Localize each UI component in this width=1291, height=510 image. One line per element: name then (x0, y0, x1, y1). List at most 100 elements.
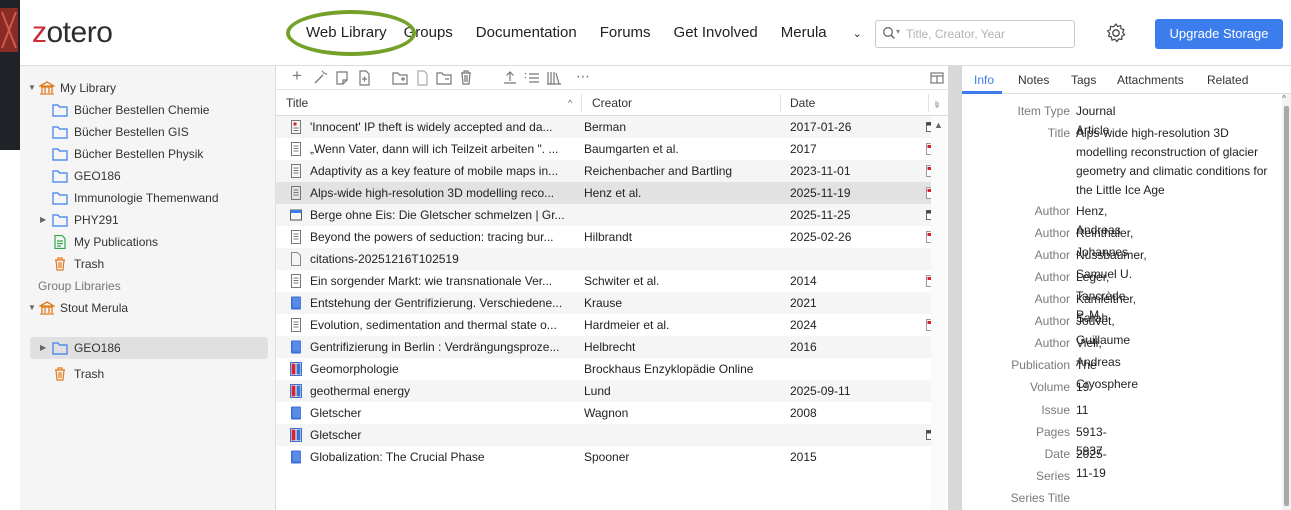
zotero-logo[interactable]: zotero (32, 16, 113, 50)
field-value[interactable]: 19 (1076, 378, 1089, 397)
item-date: 2023-11-01 (790, 164, 851, 178)
folder-icon (52, 192, 68, 205)
field-value[interactable]: 11 (1076, 401, 1088, 420)
user-menu[interactable]: Merula ⌄ (781, 24, 885, 41)
tab-tags[interactable]: Tags (1071, 73, 1096, 87)
table-row[interactable]: 'Innocent' IP theft is widely accepted a… (276, 116, 936, 138)
duplicate-item-icon[interactable] (414, 70, 430, 86)
field-label: Date (1044, 447, 1070, 461)
sidebar-item-collection[interactable]: Immunologie Themenwand (20, 187, 276, 209)
sidebar-item-collection[interactable]: ▶ PHY291 (20, 209, 276, 231)
attachment-column-icon[interactable] (933, 100, 941, 108)
article-icon (291, 186, 301, 200)
bibliography-icon[interactable] (524, 70, 540, 86)
item-creator: Henz et al. (584, 186, 642, 200)
nav-documentation[interactable]: Documentation (476, 24, 577, 41)
trash-icon[interactable] (458, 70, 474, 86)
sidebar-item-my-library[interactable]: ▼ My Library (20, 77, 276, 99)
sidebar-item-collection[interactable]: Bücher Bestellen Chemie (20, 99, 276, 121)
item-creator: Hilbrandt (584, 230, 633, 244)
table-row[interactable]: Beyond the powers of seduction: tracing … (276, 226, 936, 248)
nav-forums[interactable]: Forums (600, 24, 651, 41)
column-header-date[interactable]: Date (790, 96, 815, 110)
item-creator: Baumgarten et al. (584, 142, 679, 156)
item-date: 2008 (790, 406, 817, 420)
book-icon (291, 450, 301, 464)
export-icon[interactable] (502, 70, 518, 86)
tab-related[interactable]: Related (1207, 73, 1248, 87)
expand-toggle-icon[interactable]: ▶ (40, 209, 46, 231)
expand-toggle-icon[interactable]: ▼ (28, 297, 36, 319)
article-icon (291, 230, 301, 244)
sidebar-item-collection[interactable]: Bücher Bestellen GIS (20, 121, 276, 143)
table-row[interactable]: Ein sorgender Markt: wie transnationale … (276, 270, 936, 292)
item-creator: Krause (584, 296, 623, 310)
sidebar-item-collection[interactable]: Bücher Bestellen Physik (20, 143, 276, 165)
table-row[interactable]: Berge ohne Eis: Die Gletscher schmelzen … (276, 204, 936, 226)
field-value[interactable]: Alps-wide high-resolution 3D modelling r… (1076, 124, 1276, 200)
column-header-title[interactable]: Title (286, 96, 308, 110)
sidebar-item-trash[interactable]: Trash (20, 253, 276, 275)
article-icon (291, 274, 301, 288)
table-row[interactable]: „Wenn Vater, dann will ich Teilzeit arbe… (276, 138, 936, 160)
table-row[interactable]: Entstehung der Gentrifizierung. Verschie… (276, 292, 932, 314)
sidebar-item-label: Trash (74, 367, 105, 381)
sidebar-item-group[interactable]: ▼ Stout Merula (20, 297, 276, 319)
table-row[interactable]: Adaptivity as a key feature of mobile ma… (276, 160, 936, 182)
sort-ascending-icon[interactable]: ^ (568, 98, 572, 108)
table-row[interactable]: citations-20251216T102519 (276, 248, 932, 270)
nav-get-involved[interactable]: Get Involved (674, 24, 758, 41)
library-icon (39, 301, 55, 315)
table-row[interactable]: geothermal energy Lund 2025-09-11 (276, 380, 932, 402)
item-title: Gentrifizierung in Berlin : Verdrängungs… (310, 340, 560, 354)
remove-from-collection-icon[interactable] (436, 70, 452, 86)
gear-icon[interactable] (1105, 22, 1127, 44)
column-divider[interactable] (928, 94, 929, 112)
table-row[interactable]: Gentrifizierung in Berlin : Verdrängungs… (276, 336, 932, 358)
new-note-icon[interactable] (334, 70, 350, 86)
table-row[interactable]: Geomorphologie Brockhaus Enzyklopädie Onl… (276, 358, 932, 380)
library-lookup-icon[interactable] (546, 70, 562, 86)
pane-divider[interactable] (948, 66, 962, 510)
expand-toggle-icon[interactable]: ▼ (28, 77, 36, 99)
search-mode-chevron-icon[interactable]: ▾ (896, 27, 900, 36)
item-creator: Reichenbacher and Bartling (584, 164, 733, 178)
column-divider[interactable] (780, 94, 781, 112)
field-value[interactable]: 2025-11-19 (1076, 445, 1107, 483)
add-attachment-icon[interactable] (356, 70, 372, 86)
search-icon[interactable] (882, 26, 896, 40)
scroll-up-icon[interactable]: ▲ (934, 120, 943, 130)
expand-toggle-icon[interactable]: ▶ (40, 337, 46, 359)
book-icon (291, 406, 301, 420)
column-picker-icon[interactable] (929, 70, 945, 86)
item-creator: Spooner (584, 450, 630, 464)
add-to-collection-icon[interactable] (392, 70, 408, 86)
tab-notes[interactable]: Notes (1018, 73, 1049, 87)
details-scrollbar-thumb[interactable] (1284, 106, 1289, 506)
item-details-pane: Info Notes Tags Attachments Related Item… (962, 66, 1291, 510)
table-row-selected[interactable]: Alps-wide high-resolution 3D modelling r… (276, 182, 936, 204)
column-header-creator[interactable]: Creator (592, 96, 632, 110)
sidebar-item-my-publications[interactable]: My Publications (20, 231, 276, 253)
column-headers: Title ^ Creator Date (276, 90, 948, 116)
tab-attachments[interactable]: Attachments (1117, 73, 1184, 87)
section-heading: Group Libraries (38, 279, 121, 293)
more-options-icon[interactable]: ⋯ (576, 68, 590, 85)
search-input[interactable] (906, 25, 1066, 43)
sidebar-item-collection[interactable]: GEO186 (20, 165, 276, 187)
sidebar-item-label: Bücher Bestellen Chemie (74, 103, 210, 117)
magic-wand-icon[interactable] (312, 70, 328, 86)
table-row[interactable]: Gletscher (276, 424, 936, 446)
table-row[interactable]: Globalization: The Crucial Phase Spooner 2… (276, 446, 932, 468)
add-item-icon[interactable]: + (292, 66, 302, 86)
field-label: Author (1034, 204, 1070, 218)
table-row[interactable]: Gletscher Wagnon 2008 (276, 402, 932, 424)
sidebar-item-group-trash[interactable]: Trash (20, 363, 276, 385)
scroll-up-icon[interactable]: ^ (1282, 94, 1286, 103)
column-divider[interactable] (581, 94, 582, 112)
sidebar-item-group-collection-selected[interactable]: ▶ GEO186 (30, 337, 268, 359)
upgrade-storage-button[interactable]: Upgrade Storage (1155, 19, 1283, 49)
table-row[interactable]: Evolution, sedimentation and thermal sta… (276, 314, 936, 336)
items-scrollbar[interactable] (931, 116, 945, 510)
tab-info[interactable]: Info (974, 73, 994, 87)
